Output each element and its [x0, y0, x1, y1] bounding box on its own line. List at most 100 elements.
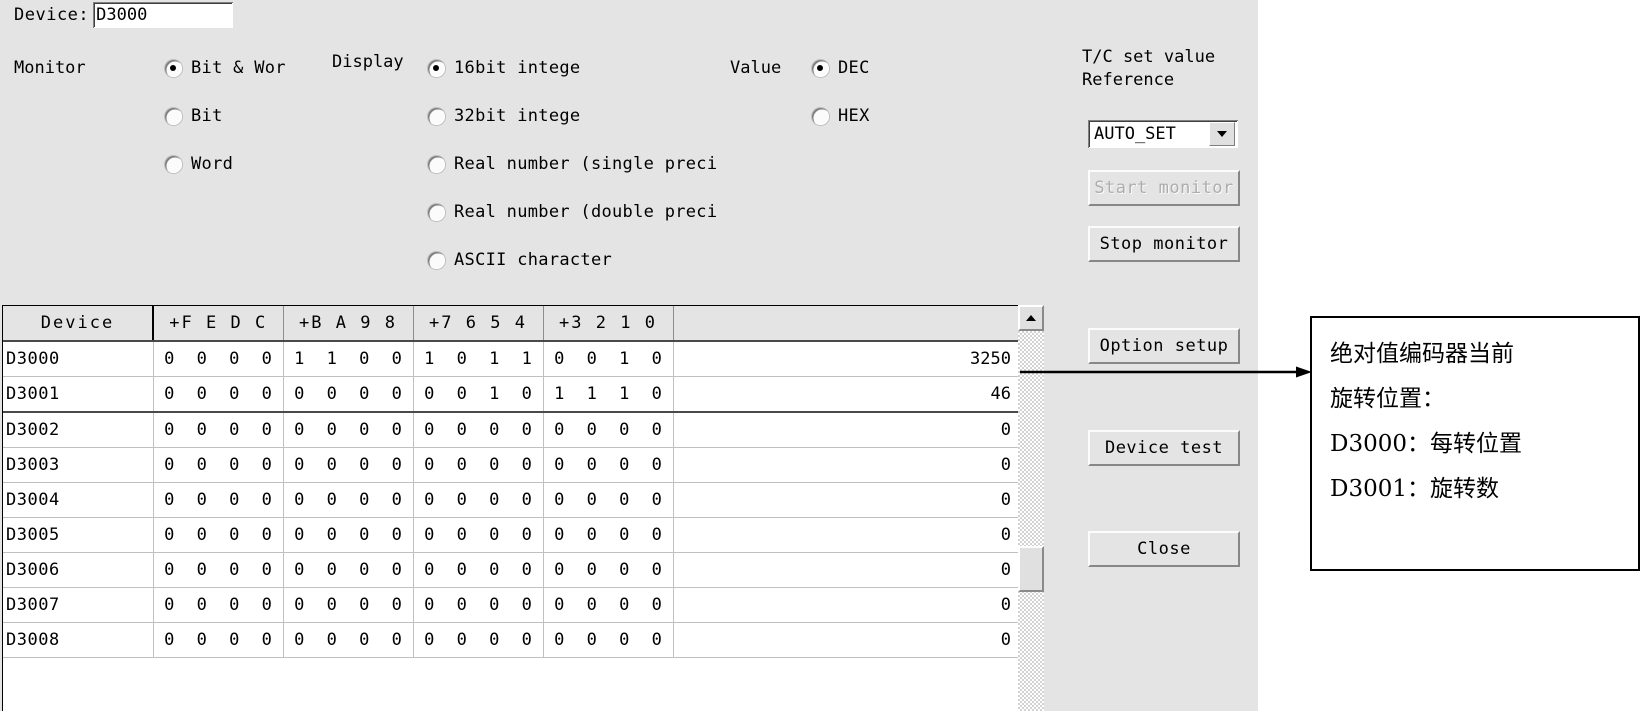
- table-row[interactable]: D3002 0 0 0 00 0 0 00 0 0 00 0 0 00: [3, 412, 1019, 448]
- scrollbar-track[interactable]: [1018, 331, 1044, 711]
- chevron-down-icon[interactable]: [1209, 122, 1235, 146]
- cell-bits-7654: 0 0 0 0: [413, 412, 544, 448]
- display-option-label: Real number (single preci: [454, 154, 718, 174]
- table-row[interactable]: D3000 0 0 0 01 1 0 01 0 1 10 0 1 0 3250: [3, 341, 1019, 377]
- cell-device: D3001: [3, 376, 154, 413]
- cell-bits-7654: 0 0 0 0: [413, 517, 544, 553]
- radio-button-icon[interactable]: [428, 203, 445, 221]
- cell-bits-fedc: 0 0 0 0: [153, 517, 284, 553]
- cell-bits-3210: 0 0 0 0: [543, 622, 674, 658]
- cell-bits-fedc: 0 0 0 0: [153, 587, 284, 623]
- table-header-row: Device +F E D C +B A 9 8 +7 6 5 4 +3 2 1…: [3, 306, 1020, 342]
- annotation-line: D3001：旋转数: [1330, 476, 1499, 502]
- close-button[interactable]: Close: [1088, 531, 1240, 567]
- cell-value: 3250: [673, 341, 1019, 377]
- column-header-bits-ba98[interactable]: +B A 9 8: [283, 306, 414, 342]
- display-option-0[interactable]: 16bit intege: [428, 53, 717, 83]
- cell-bits-7654: 0 0 0 0: [413, 447, 544, 483]
- start-monitor-button[interactable]: Start monitor: [1088, 170, 1240, 206]
- table-row[interactable]: D3004 0 0 0 00 0 0 00 0 0 00 0 0 00: [3, 482, 1019, 518]
- tc-set-value-title-line1: T/C set value: [1082, 47, 1216, 67]
- device-monitor-table: Device +F E D C +B A 9 8 +7 6 5 4 +3 2 1…: [2, 305, 1020, 711]
- radio-button-icon[interactable]: [812, 59, 829, 77]
- display-option-4[interactable]: ASCII character: [428, 245, 717, 275]
- value-radio-group: DEC HEX: [812, 53, 870, 149]
- radio-button-icon[interactable]: [428, 155, 445, 173]
- monitor-option-0[interactable]: Bit & Wor: [165, 53, 286, 83]
- cell-bits-fedc: 0 0 0 0: [153, 447, 284, 483]
- cell-bits-ba98: 0 0 0 0: [283, 587, 414, 623]
- radio-button-icon[interactable]: [428, 251, 445, 269]
- cell-bits-ba98: 1 1 0 0: [283, 341, 414, 377]
- column-header-bits-7654[interactable]: +7 6 5 4: [413, 306, 544, 342]
- tc-set-value-panel: T/C set value Reference: [1082, 46, 1252, 92]
- cell-bits-3210: 0 0 0 0: [543, 587, 674, 623]
- scrollbar-thumb[interactable]: [1018, 546, 1044, 592]
- value-option-1[interactable]: HEX: [812, 101, 870, 131]
- option-setup-button[interactable]: Option setup: [1088, 328, 1240, 364]
- monitor-option-1[interactable]: Bit: [165, 101, 286, 131]
- cell-value: 0: [673, 622, 1019, 658]
- tc-reference-value: AUTO_SET: [1094, 124, 1176, 144]
- cell-bits-7654: 0 0 1 0: [413, 376, 544, 413]
- annotation-line: D3000：每转位置: [1330, 431, 1522, 457]
- value-option-label: DEC: [838, 58, 870, 78]
- cell-bits-7654: 0 0 0 0: [413, 552, 544, 588]
- annotation-line: 旋转位置：: [1330, 386, 1445, 412]
- radio-button-icon[interactable]: [165, 107, 182, 125]
- cell-bits-ba98: 0 0 0 0: [283, 517, 414, 553]
- device-test-button[interactable]: Device test: [1088, 430, 1240, 466]
- monitor-option-2[interactable]: Word: [165, 149, 286, 179]
- device-label: Device:: [14, 5, 90, 25]
- table-row[interactable]: D3008 0 0 0 00 0 0 00 0 0 00 0 0 00: [3, 622, 1019, 658]
- monitor-radio-group: Bit & Wor Bit Word: [165, 53, 286, 197]
- radio-button-icon[interactable]: [165, 155, 182, 173]
- value-option-0[interactable]: DEC: [812, 53, 870, 83]
- cell-bits-3210: 0 0 1 0: [543, 341, 674, 377]
- tc-reference-combobox[interactable]: AUTO_SET: [1088, 120, 1238, 148]
- cell-bits-ba98: 0 0 0 0: [283, 622, 414, 658]
- cell-value: 0: [673, 517, 1019, 553]
- display-option-2[interactable]: Real number (single preci: [428, 149, 717, 179]
- value-option-label: HEX: [838, 106, 870, 126]
- display-option-3[interactable]: Real number (double preci: [428, 197, 717, 227]
- column-header-bits-fedc[interactable]: +F E D C: [153, 306, 284, 342]
- monitor-option-label: Bit & Wor: [191, 58, 286, 78]
- cell-bits-3210: 0 0 0 0: [543, 552, 674, 588]
- radio-button-icon[interactable]: [812, 107, 829, 125]
- tc-set-value-title-line2: Reference: [1082, 70, 1175, 90]
- column-header-bits-3210[interactable]: +3 2 1 0: [543, 306, 674, 342]
- cell-bits-fedc: 0 0 0 0: [153, 482, 284, 518]
- cell-bits-3210: 1 1 1 0: [543, 376, 674, 413]
- cell-bits-fedc: 0 0 0 0: [153, 412, 284, 448]
- table-row[interactable]: D3003 0 0 0 00 0 0 00 0 0 00 0 0 00: [3, 447, 1019, 483]
- display-option-label: ASCII character: [454, 250, 613, 270]
- table-row[interactable]: D3001 0 0 0 00 0 0 00 0 1 01 1 1 0 46: [3, 376, 1019, 413]
- display-option-label: Real number (double preci: [454, 202, 718, 222]
- cell-value: 0: [673, 447, 1019, 483]
- cell-bits-ba98: 0 0 0 0: [283, 376, 414, 413]
- device-input[interactable]: [93, 2, 234, 28]
- annotation-callout: 绝对值编码器当前 旋转位置： D3000：每转位置 D3001：旋转数: [1310, 316, 1640, 571]
- column-header-value[interactable]: [673, 306, 1020, 342]
- radio-button-icon[interactable]: [165, 59, 182, 77]
- table-row[interactable]: D3007 0 0 0 00 0 0 00 0 0 00 0 0 00: [3, 587, 1019, 623]
- cell-device: D3004: [3, 482, 154, 518]
- table-row[interactable]: D3005 0 0 0 00 0 0 00 0 0 00 0 0 00: [3, 517, 1019, 553]
- cell-bits-3210: 0 0 0 0: [543, 482, 674, 518]
- radio-button-icon[interactable]: [428, 59, 445, 77]
- cell-value: 0: [673, 552, 1019, 588]
- value-group-label: Value: [730, 58, 782, 78]
- display-option-1[interactable]: 32bit intege: [428, 101, 717, 131]
- column-header-device[interactable]: Device: [3, 306, 154, 342]
- device-monitor-dialog: Device: Monitor Bit & Wor Bit Word Display…: [0, 0, 1258, 711]
- stop-monitor-button[interactable]: Stop monitor: [1088, 226, 1240, 262]
- cell-device: D3002: [3, 412, 154, 448]
- cell-bits-3210: 0 0 0 0: [543, 517, 674, 553]
- radio-button-icon[interactable]: [428, 107, 445, 125]
- table-row[interactable]: D3006 0 0 0 00 0 0 00 0 0 00 0 0 00: [3, 552, 1019, 588]
- display-radio-group: 16bit intege 32bit intege Real number (sin…: [428, 53, 717, 293]
- scroll-up-button[interactable]: [1018, 305, 1044, 331]
- display-group-label: Display: [332, 52, 404, 72]
- device-field-group: Device:: [14, 2, 234, 28]
